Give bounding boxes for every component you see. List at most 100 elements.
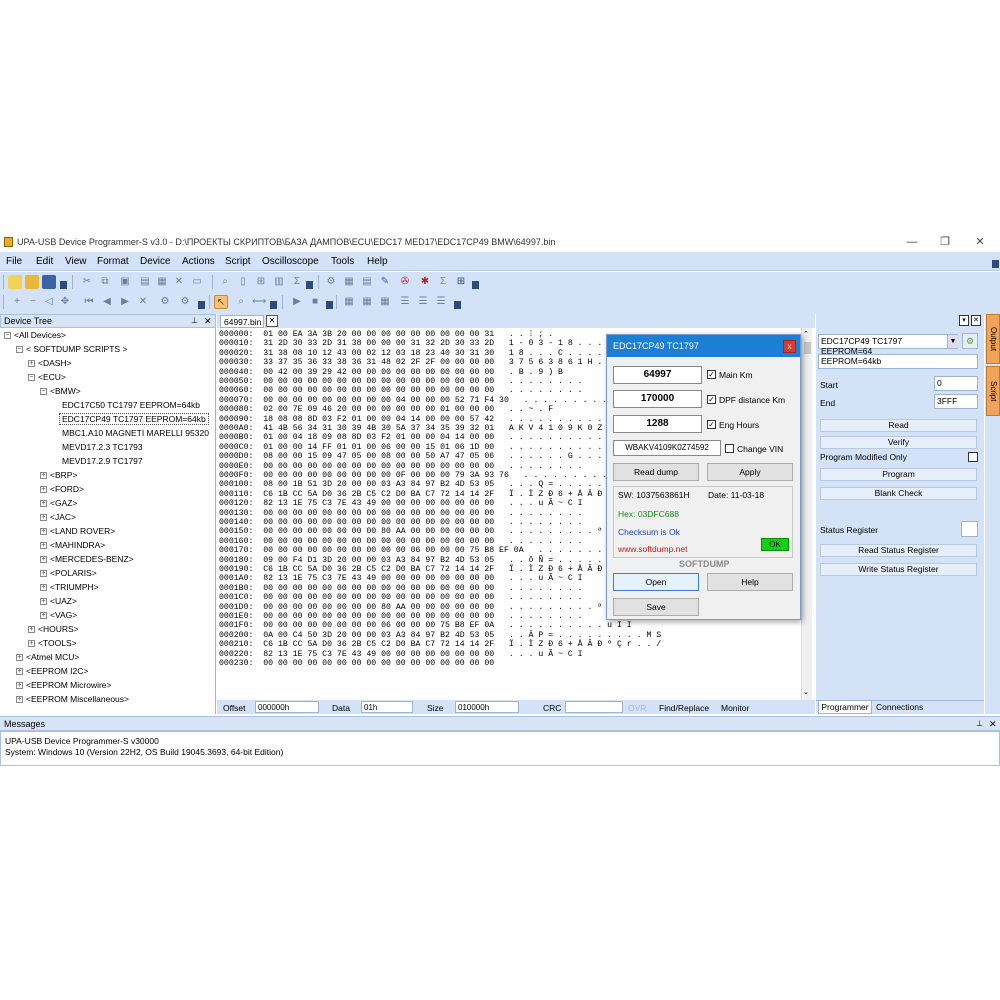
hex-scrollbar[interactable]: ⌃ ⌄ bbox=[801, 328, 812, 700]
menu-oscilloscope[interactable]: Oscilloscope bbox=[262, 256, 319, 267]
offset-field[interactable]: 000000h bbox=[255, 701, 319, 713]
tree-item-eeprom-i2c[interactable]: + <EEPROM I2C> bbox=[16, 666, 88, 676]
tree-item-mevd1729[interactable]: MEVD17.2.9 TC1797 bbox=[62, 456, 143, 466]
hex-row[interactable]: 000070: 00 00 00 00 00 00 00 00 00 04 00… bbox=[219, 396, 666, 405]
panel-menu-icon[interactable]: ▾ bbox=[959, 315, 969, 326]
minimize-button[interactable]: — bbox=[905, 235, 919, 249]
device-settings-icon[interactable]: ⚙ bbox=[962, 333, 978, 349]
panel-close-icon[interactable]: ✕ bbox=[971, 315, 981, 326]
toolbar-dropdown-icon[interactable] bbox=[198, 301, 205, 309]
scroll-up-icon[interactable]: ⌃ bbox=[803, 330, 809, 338]
network-icon[interactable]: ⊞ bbox=[454, 275, 468, 289]
hex-row[interactable]: 0000A0: 41 4B 56 34 31 30 39 4B 30 5A 37… bbox=[219, 424, 642, 433]
menu-device[interactable]: Device bbox=[140, 256, 171, 267]
open-button[interactable]: Open bbox=[613, 573, 699, 591]
hex-row[interactable]: 0000F0: 00 00 00 00 00 00 00 00 00 0F 00… bbox=[219, 471, 617, 480]
expand-icon[interactable]: + bbox=[28, 640, 35, 648]
toolbar-dropdown-icon[interactable] bbox=[454, 301, 461, 309]
hex-row[interactable]: 0000B0: 01 00 04 18 09 08 8D 03 F2 01 00… bbox=[219, 433, 642, 442]
start-field[interactable]: 0 bbox=[934, 376, 978, 391]
tree-item-ecu[interactable]: − <ECU> bbox=[28, 372, 66, 382]
expand-icon[interactable]: + bbox=[40, 542, 47, 550]
hex-row[interactable]: 000020: 31 38 08 10 12 43 00 02 12 03 18… bbox=[219, 349, 637, 358]
read-status-register-button[interactable]: Read Status Register bbox=[820, 544, 977, 557]
tree-item-vag[interactable]: + <VAG> bbox=[40, 610, 77, 620]
edit-icon[interactable]: ✎ bbox=[378, 275, 392, 289]
help-button[interactable]: Help bbox=[707, 573, 793, 591]
program-button[interactable]: Program bbox=[820, 468, 977, 481]
change-vin-checkbox[interactable] bbox=[725, 444, 734, 453]
grid3-icon[interactable]: ▦ bbox=[378, 295, 392, 309]
remove-icon[interactable]: − bbox=[26, 295, 40, 309]
list3-icon[interactable]: ☰ bbox=[434, 295, 448, 309]
menu-actions[interactable]: Actions bbox=[182, 256, 215, 267]
tab-64997-bin[interactable]: 64997.bin bbox=[220, 315, 264, 328]
first-icon[interactable]: ⏮ bbox=[82, 295, 96, 309]
play-icon[interactable]: ▶ bbox=[290, 295, 304, 309]
collapse-icon[interactable]: − bbox=[40, 388, 47, 396]
tree-item-brp[interactable]: + <BRP> bbox=[40, 470, 77, 480]
grid1-icon[interactable]: ▦ bbox=[342, 295, 356, 309]
paste-special-icon[interactable]: ▤ bbox=[138, 275, 152, 289]
toolbar-dropdown-icon[interactable] bbox=[60, 281, 67, 289]
expand-icon[interactable]: + bbox=[28, 626, 35, 634]
expand-icon[interactable]: + bbox=[40, 556, 47, 564]
expand-icon[interactable]: + bbox=[40, 472, 47, 480]
apply-button[interactable]: Apply bbox=[707, 463, 793, 481]
size-field[interactable]: 010000h bbox=[455, 701, 519, 713]
crc-field[interactable] bbox=[565, 701, 623, 713]
script-icon[interactable]: ✇ bbox=[398, 275, 412, 289]
hex-row[interactable]: 000120: 82 13 1E 75 C3 7E 43 49 00 00 00… bbox=[219, 499, 583, 508]
add-icon[interactable]: + bbox=[10, 295, 24, 309]
stop-icon[interactable]: ✕ bbox=[136, 295, 150, 309]
compare-icon[interactable]: ⊞ bbox=[254, 275, 268, 289]
hex-row[interactable]: 000150: 00 00 00 00 00 00 00 00 80 AA 00… bbox=[219, 527, 602, 536]
device-icon[interactable]: ⚙ bbox=[324, 275, 338, 289]
tree-item-triumph[interactable]: + <TRIUMPH> bbox=[40, 582, 99, 592]
tree-item-bmw[interactable]: − <BMW> bbox=[40, 386, 81, 396]
zoom-icon[interactable]: ⌕ bbox=[234, 295, 248, 309]
collapse-icon[interactable]: − bbox=[28, 374, 35, 382]
hex-row[interactable]: 000110: C6 1B CC 5A D0 36 2B C5 C2 D0 BA… bbox=[219, 490, 661, 499]
select-icon[interactable]: ▭ bbox=[190, 275, 204, 289]
hex-row[interactable]: 0001C0: 00 00 00 00 00 00 00 00 00 00 00… bbox=[219, 593, 583, 602]
find-icon[interactable]: ⌕ bbox=[218, 275, 232, 289]
menu-tools[interactable]: Tools bbox=[331, 256, 354, 267]
tree-item-atmel-mcu[interactable]: + <Atmel MCU> bbox=[16, 652, 79, 662]
delete-icon[interactable]: ✕ bbox=[172, 275, 186, 289]
cut-icon[interactable]: ✂ bbox=[80, 275, 94, 289]
website-link[interactable]: www.softdump.net bbox=[618, 544, 687, 554]
tree-item-softdump-scripts[interactable]: − < SOFTDUMP SCRIPTS > bbox=[16, 344, 127, 354]
find-replace-tab[interactable]: Find/Replace bbox=[659, 703, 709, 713]
hex-row[interactable]: 0001E0: 00 00 00 00 00 00 00 00 00 00 00… bbox=[219, 612, 583, 621]
hex-row[interactable]: 000000: 01 00 EA 3A 3B 20 00 00 00 00 00… bbox=[219, 330, 553, 339]
device-tree-close-icon[interactable]: ✕ bbox=[204, 316, 212, 327]
open-file-icon[interactable] bbox=[25, 275, 39, 289]
save-icon[interactable] bbox=[42, 275, 56, 289]
dpf-distance-field[interactable]: 170000 bbox=[613, 390, 702, 408]
tree-item-mbc1[interactable]: MBC1.A10 MAGNETI MARELLI 95320 bbox=[62, 428, 209, 438]
list1-icon[interactable]: ☰ bbox=[398, 295, 412, 309]
prev-icon[interactable]: ◀ bbox=[100, 295, 114, 309]
hex-row[interactable]: 0000E0: 00 00 00 00 00 00 00 00 00 00 00… bbox=[219, 462, 583, 471]
tree-item-dash[interactable]: + <DASH> bbox=[28, 358, 72, 368]
stop-script-icon[interactable]: ■ bbox=[308, 295, 322, 309]
menu-format[interactable]: Format bbox=[97, 256, 129, 267]
hex-row[interactable]: 000220: 82 13 1E 75 C3 7E 43 49 00 00 00… bbox=[219, 650, 583, 659]
tree-item-mahindra[interactable]: + <MAHINDRA> bbox=[40, 540, 105, 550]
expand-icon[interactable]: + bbox=[40, 486, 47, 494]
list2-icon[interactable]: ☰ bbox=[416, 295, 430, 309]
end-field[interactable]: 3FFF bbox=[934, 394, 978, 409]
pin-icon[interactable]: ⊥ bbox=[191, 316, 198, 325]
hex-row[interactable]: 000080: 02 00 7E 09 46 20 00 00 00 00 00… bbox=[219, 405, 553, 414]
hex-row[interactable]: 000140: 00 00 00 00 00 00 00 00 00 00 00… bbox=[219, 518, 583, 527]
hex-row[interactable]: 0001A0: 82 13 1E 75 C3 7E 43 49 00 00 00… bbox=[219, 574, 583, 583]
toolbar-dropdown-icon[interactable] bbox=[270, 301, 277, 309]
options-icon[interactable]: ⚙ bbox=[178, 295, 192, 309]
expand-icon[interactable]: + bbox=[40, 612, 47, 620]
read-button[interactable]: Read bbox=[820, 419, 977, 432]
hex-row[interactable]: 000060: 00 00 00 00 00 00 00 00 00 00 00… bbox=[219, 386, 583, 395]
menu-file[interactable]: File bbox=[6, 256, 22, 267]
hex-row[interactable]: 000230: 00 00 00 00 00 00 00 00 00 00 00… bbox=[219, 659, 494, 668]
tree-item-polaris[interactable]: + <POLARIS> bbox=[40, 568, 97, 578]
